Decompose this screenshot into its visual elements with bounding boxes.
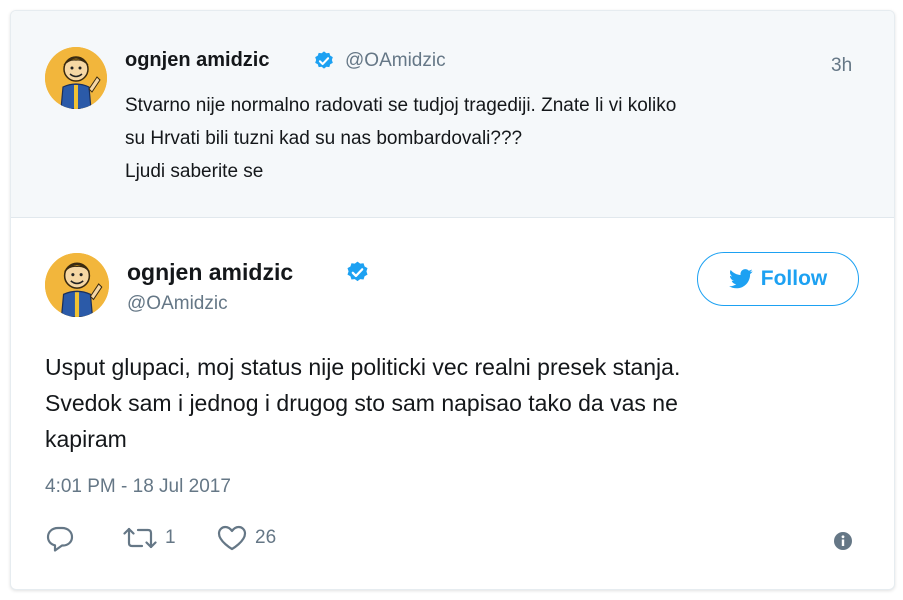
author-name[interactable]: ognjen amidzic [127, 259, 293, 286]
verified-badge-icon [315, 51, 333, 69]
tweet-text: Stvarno nije normalno radovati se tudjoj… [125, 89, 865, 188]
quoted-tweet[interactable]: ognjen amidzic @OAmidzic 3h Stvarno nije… [11, 11, 894, 218]
avatar[interactable] [45, 47, 107, 109]
tweet-text: Usput glupaci, moj status nije politicki… [45, 349, 875, 457]
follow-button[interactable]: Follow [697, 252, 859, 306]
retweet-button[interactable]: 1 [123, 525, 176, 551]
retweet-icon [123, 527, 157, 549]
heart-icon [217, 525, 247, 551]
author-handle[interactable]: @OAmidzic [127, 293, 228, 315]
author-handle[interactable]: @OAmidzic [345, 50, 446, 72]
reply-icon [46, 526, 74, 552]
tweet-text-line: kapiram [45, 426, 127, 452]
reply-button[interactable] [45, 525, 75, 553]
like-button[interactable]: 26 [217, 525, 276, 551]
tweet-card: ognjen amidzic @OAmidzic 3h Stvarno nije… [10, 10, 895, 590]
tweet-text-line: Usput glupaci, moj status nije politicki… [45, 354, 681, 380]
tweet-timestamp[interactable]: 4:01 PM - 18 Jul 2017 [45, 476, 231, 498]
follow-label: Follow [760, 267, 828, 290]
tweet-text-line: Ljudi saberite se [125, 161, 264, 182]
like-count: 26 [255, 527, 277, 548]
tweet-text-line: Stvarno nije normalno radovati se tudjoj… [125, 95, 677, 116]
retweet-count: 1 [165, 527, 176, 548]
tweet-time[interactable]: 3h [831, 55, 852, 77]
tweet-actions: 1 26 [45, 525, 865, 559]
tweet-text-line: Svedok sam i jednog i drugog sto sam nap… [45, 390, 678, 416]
twitter-bird-icon [728, 269, 753, 289]
info-icon[interactable] [833, 531, 853, 551]
avatar[interactable] [45, 253, 109, 317]
tweet-text-line: su Hrvati bili tuzni kad su nas bombardo… [125, 128, 523, 149]
author-name[interactable]: ognjen amidzic [125, 49, 269, 72]
verified-badge-icon [347, 261, 368, 282]
